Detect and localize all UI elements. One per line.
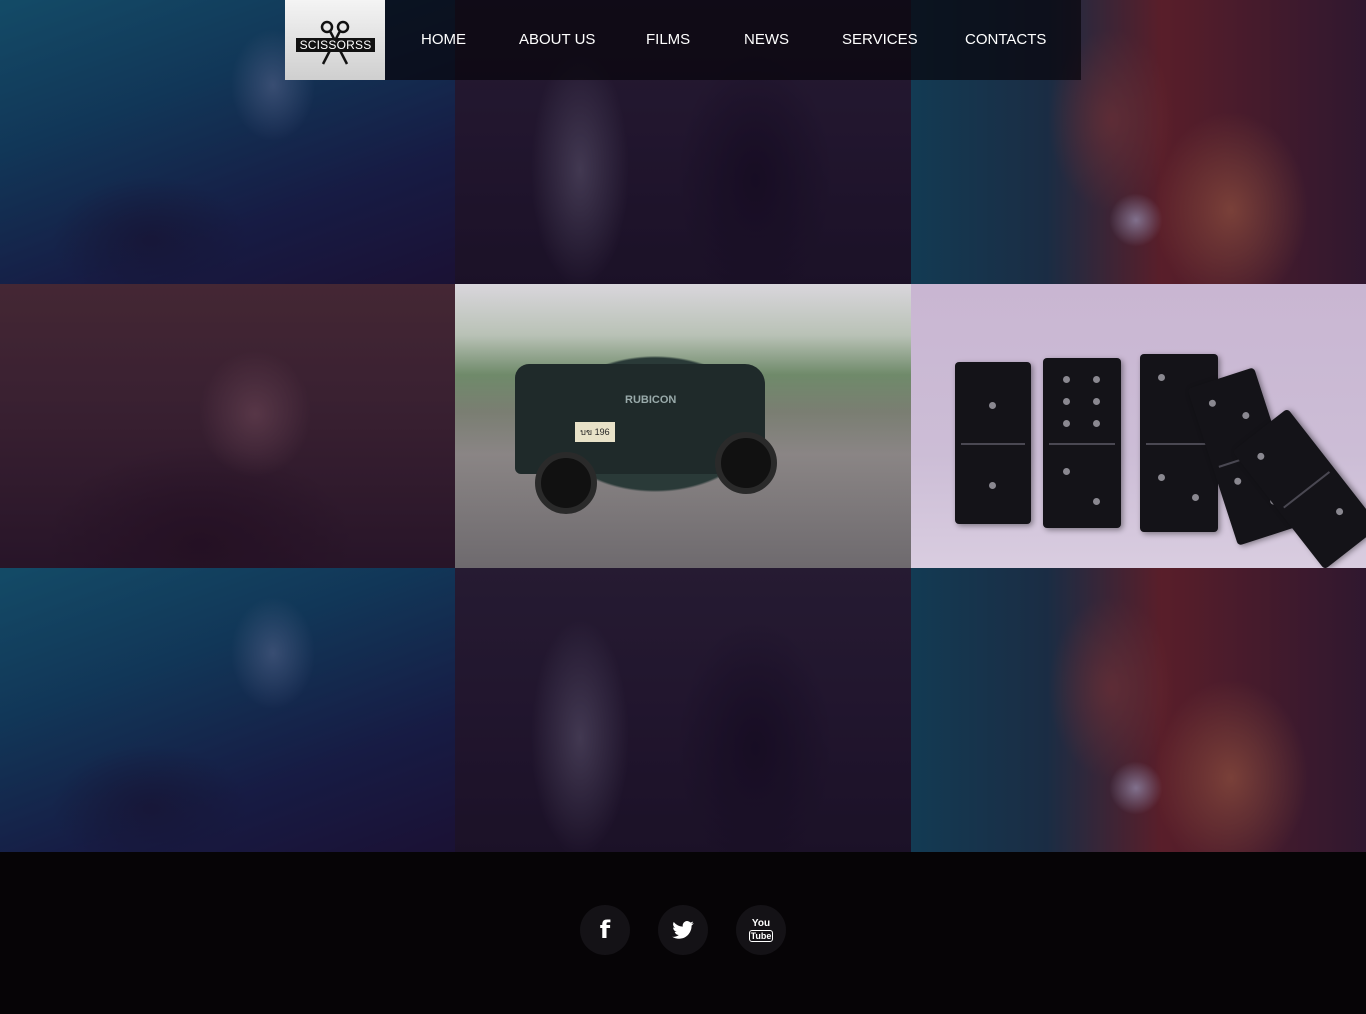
nav-services[interactable]: SERVICES [842, 31, 918, 48]
logo-text: SCISSORSS [296, 38, 375, 52]
film-gallery: RUBICON บข 196 [0, 0, 1366, 852]
gallery-tile-7[interactable] [0, 568, 455, 852]
twitter-icon [672, 921, 694, 939]
jeep-wheel [715, 432, 777, 494]
nav-news[interactable]: NEWS [744, 31, 789, 48]
gallery-tile-6[interactable] [911, 284, 1366, 568]
nav-films[interactable]: FILMS [646, 31, 690, 48]
facebook-link[interactable]: f [580, 905, 630, 955]
youtube-icon-top: You [751, 917, 771, 929]
youtube-link[interactable]: You Tube [736, 905, 786, 955]
domino [955, 362, 1031, 524]
jeep-badge: RUBICON [625, 394, 677, 406]
jeep-plate: บข 196 [575, 422, 615, 442]
gallery-tile-5[interactable]: RUBICON บข 196 [455, 284, 911, 568]
gallery-tile-8[interactable] [455, 568, 911, 852]
logo[interactable]: SCISSORSS [285, 0, 385, 80]
nav-home[interactable]: HOME [421, 31, 466, 48]
nav-about-us[interactable]: ABOUT US [519, 31, 595, 48]
nav-contacts[interactable]: CONTACTS [965, 31, 1046, 48]
gallery-tile-4[interactable] [0, 284, 455, 568]
youtube-icon-bottom: Tube [748, 929, 774, 942]
tile-overlay [0, 568, 455, 852]
tile-overlay [455, 568, 911, 852]
twitter-link[interactable] [658, 905, 708, 955]
facebook-icon: f [599, 916, 611, 944]
youtube-icon: You Tube [748, 917, 774, 942]
tile-overlay [0, 284, 455, 568]
tile-overlay [911, 568, 1366, 852]
site-header: SCISSORSS HOME ABOUT US FILMS NEWS SERVI… [285, 0, 1081, 80]
gallery-tile-9[interactable] [911, 568, 1366, 852]
site-footer: f You Tube [0, 852, 1366, 1014]
domino [1043, 358, 1121, 528]
jeep-wheel [535, 452, 597, 514]
